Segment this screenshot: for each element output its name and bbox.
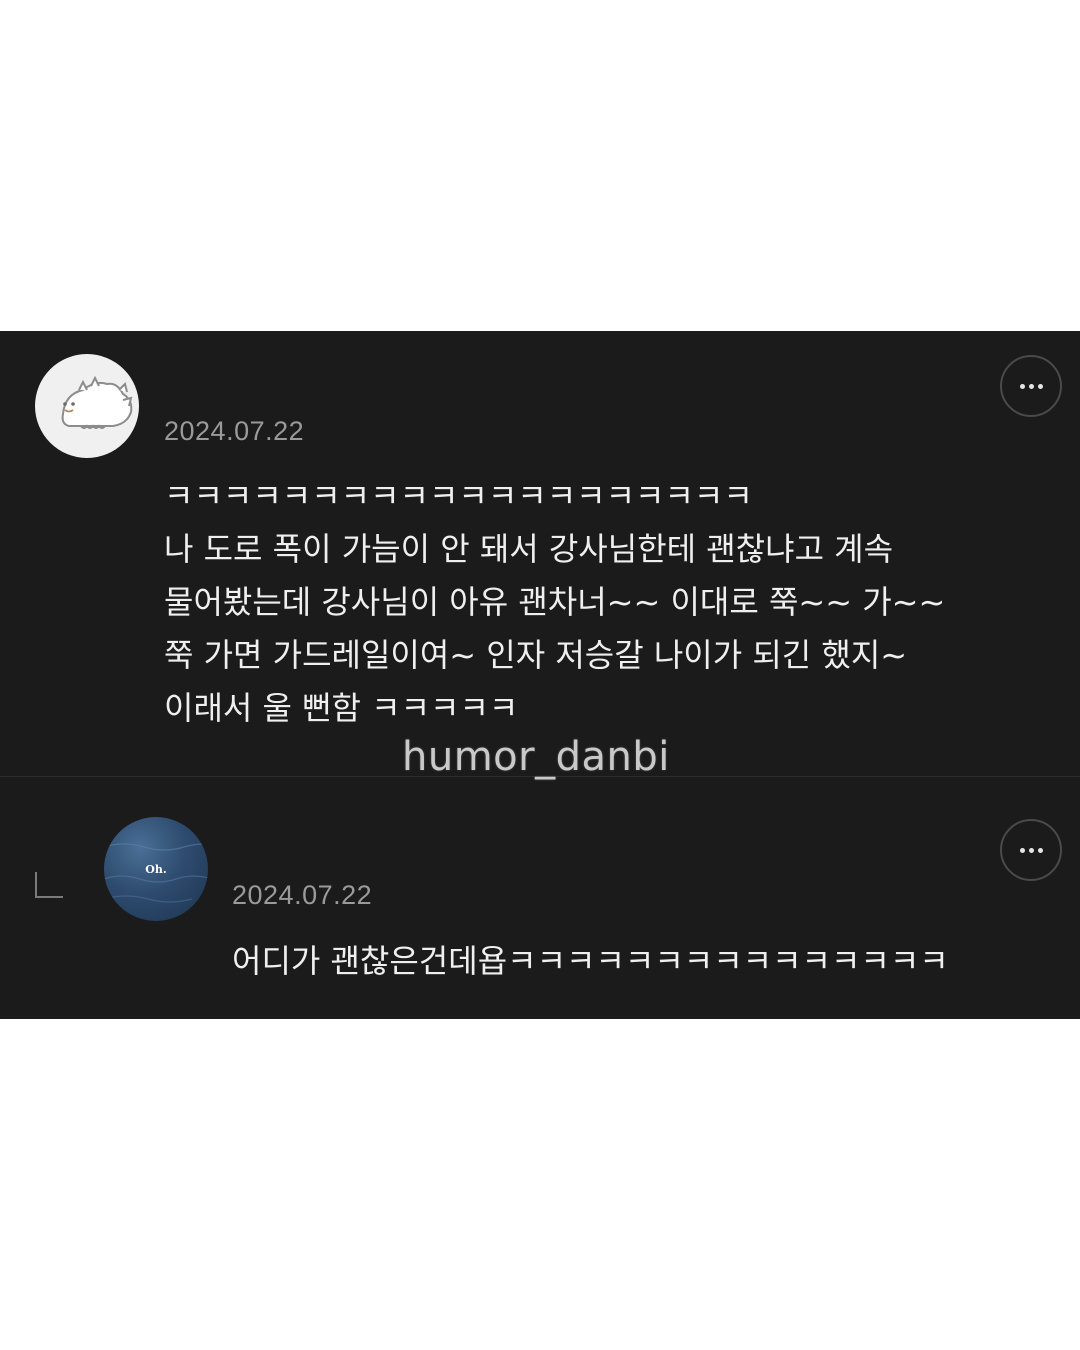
- reply-item: Oh. 2024.07.22 어디가 괜찮은건데욥ㅋㅋㅋㅋㅋㅋㅋㅋㅋㅋㅋㅋㅋㅋㅋ: [0, 777, 1080, 1019]
- dinosaur-avatar-icon[interactable]: [35, 354, 139, 458]
- dinosaur-avatar-graphic: [61, 375, 133, 429]
- comment-item: 2024.07.22 ㅋㅋㅋㅋㅋㅋㅋㅋㅋㅋㅋㅋㅋㅋㅋㅋㅋㅋㅋㅋ 나 도로 폭이 …: [0, 331, 1080, 776]
- more-options-button[interactable]: [1000, 819, 1062, 881]
- watermark: humor_danbi: [402, 734, 670, 780]
- more-options-icon: [1019, 383, 1043, 389]
- more-options-button[interactable]: [1000, 355, 1062, 417]
- more-options-icon: [1019, 847, 1043, 853]
- reply-date: 2024.07.22: [232, 880, 373, 910]
- comment-date: 2024.07.22: [164, 416, 305, 446]
- reply-indicator-icon: [35, 872, 63, 898]
- comment-panel: 2024.07.22 ㅋㅋㅋㅋㅋㅋㅋㅋㅋㅋㅋㅋㅋㅋㅋㅋㅋㅋㅋㅋ 나 도로 폭이 …: [0, 331, 1080, 1019]
- avatar-label: Oh.: [145, 863, 167, 876]
- reply-text: 어디가 괜찮은건데욥ㅋㅋㅋㅋㅋㅋㅋㅋㅋㅋㅋㅋㅋㅋㅋ: [232, 942, 949, 980]
- ocean-avatar-icon[interactable]: Oh.: [104, 817, 208, 921]
- comment-text: ㅋㅋㅋㅋㅋㅋㅋㅋㅋㅋㅋㅋㅋㅋㅋㅋㅋㅋㅋㅋ 나 도로 폭이 가늠이 안 돼서 강사…: [164, 477, 946, 727]
